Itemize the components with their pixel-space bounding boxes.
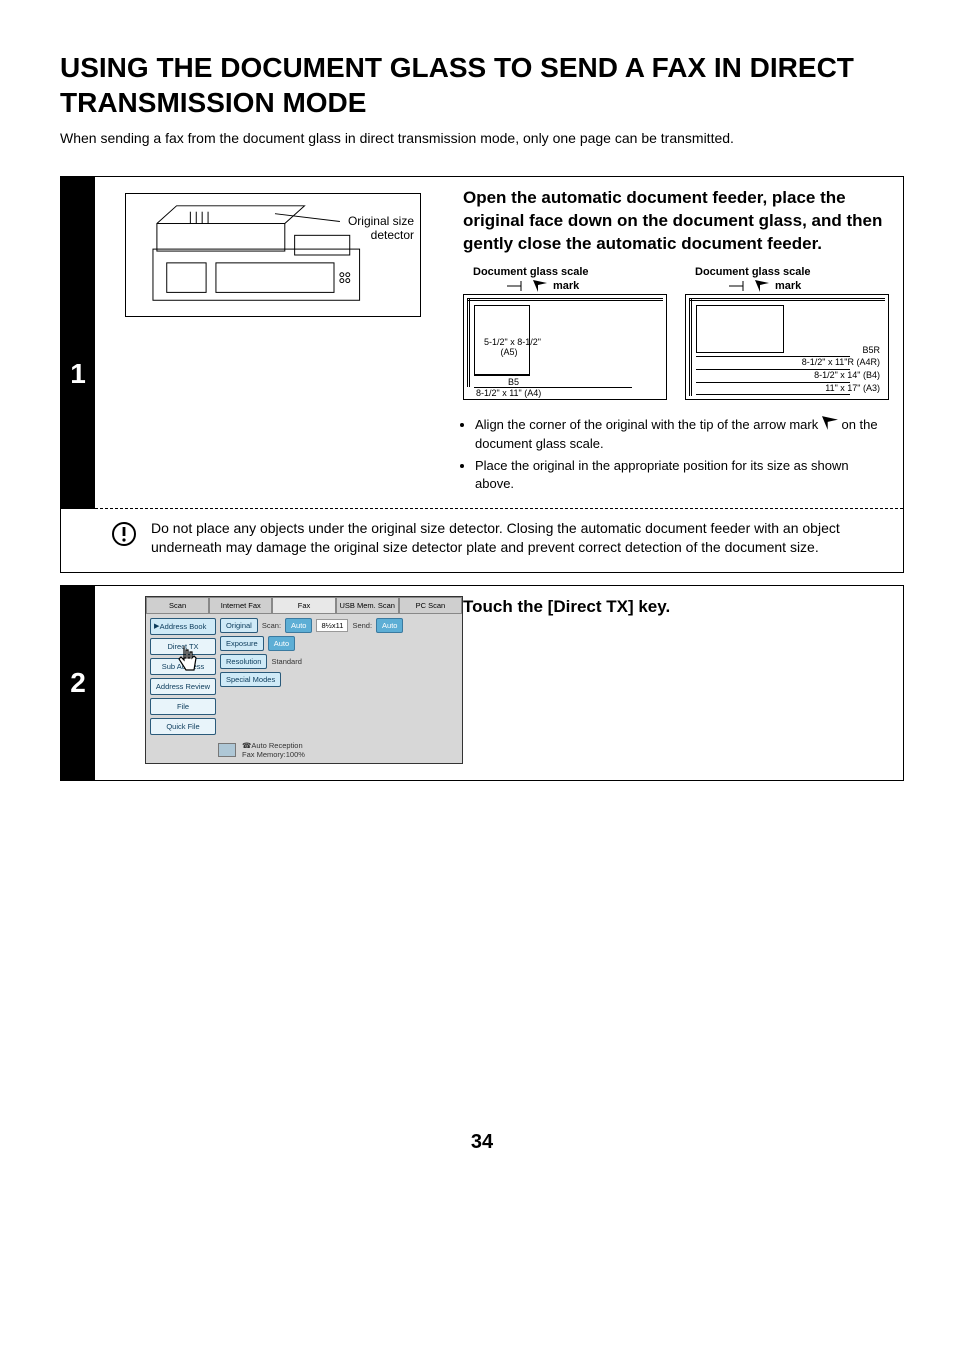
step-2-number: 2 [61, 586, 95, 780]
send-label: Send: [352, 621, 372, 630]
step-2-heading: Touch the [Direct TX] key. [463, 596, 889, 619]
scale-head-left: Document glass scale [473, 266, 589, 278]
bullet-1a: Align the corner of the original with th… [475, 417, 818, 432]
printer-illustration: Original sizedetector [125, 193, 421, 317]
exposure-button[interactable]: Exposure [220, 636, 264, 651]
auto-reception-label: Auto Reception [251, 741, 302, 750]
scale-line-icon [507, 281, 527, 291]
scale-r4: 11" x 17" (A3) [825, 383, 880, 393]
scale-l2: B5 [508, 377, 519, 387]
caution-text: Do not place any objects under the origi… [147, 519, 889, 558]
arrow-mark-icon [755, 280, 769, 292]
scale-l1: 5-1/2" x 8-1/2"(A5) [484, 337, 534, 357]
arrow-mark-icon [533, 280, 547, 292]
tab-fax[interactable]: Fax [272, 597, 335, 613]
scan-size-value: 8½x11 [316, 619, 348, 632]
scale-r1: B5R [862, 345, 880, 355]
resolution-value: Standard [271, 657, 301, 666]
file-button[interactable]: File [150, 698, 216, 715]
page-title: USING THE DOCUMENT GLASS TO SEND A FAX I… [60, 50, 904, 120]
detector-label: Original sizedetector [344, 214, 414, 242]
quick-file-button[interactable]: Quick File [150, 718, 216, 735]
address-book-button[interactable]: Address Book [150, 618, 216, 635]
tab-scan[interactable]: Scan [146, 597, 209, 613]
caution-icon [105, 519, 147, 547]
exposure-auto-button[interactable]: Auto [268, 636, 295, 651]
resolution-button[interactable]: Resolution [220, 654, 267, 669]
page-number: 34 [60, 1131, 904, 1154]
step-1: 1 [60, 176, 904, 573]
scan-auto-button[interactable]: Auto [285, 618, 312, 633]
step-1-bullets: Align the corner of the original with th… [463, 416, 889, 494]
step-1-heading: Open the automatic document feeder, plac… [463, 187, 889, 256]
scale-line-icon [729, 281, 749, 291]
intro-text: When sending a fax from the document gla… [60, 130, 904, 146]
send-auto-button[interactable]: Auto [376, 618, 403, 633]
arrow-mark-icon [822, 416, 838, 435]
scan-label: Scan: [262, 621, 281, 630]
mark-label-left: mark [553, 280, 579, 292]
scale-head-right: Document glass scale [695, 266, 811, 278]
mark-label-right: mark [775, 280, 801, 292]
address-review-button[interactable]: Address Review [150, 678, 216, 695]
original-button[interactable]: Original [220, 618, 258, 633]
fax-memory-label: Fax Memory:100% [242, 750, 305, 759]
phone-icon: ☎ [242, 741, 251, 750]
special-modes-button[interactable]: Special Modes [220, 672, 281, 687]
scale-r2: 8-1/2" x 11"R (A4R) [802, 357, 880, 367]
bullet-2: Place the original in the appropriate po… [475, 457, 889, 493]
cursor-hand-icon [176, 646, 202, 676]
glass-scale-left: Document glass scale mark 5-1/2" x 8-1 [463, 266, 667, 400]
tab-internet-fax[interactable]: Internet Fax [209, 597, 272, 613]
tab-usb-mem-scan[interactable]: USB Mem. Scan [336, 597, 399, 613]
memory-icon [218, 743, 236, 757]
scale-r3: 8-1/2" x 14" (B4) [814, 370, 880, 380]
step-2: 2 Scan Internet Fax Fax USB Mem. Scan PC… [60, 585, 904, 781]
caution-row: Do not place any objects under the origi… [61, 509, 903, 572]
glass-scale-right: Document glass scale mark B5R [685, 266, 889, 400]
scale-l3: 8-1/2" x 11" (A4) [476, 388, 541, 398]
touchscreen-illustration: Scan Internet Fax Fax USB Mem. Scan PC S… [145, 596, 463, 764]
